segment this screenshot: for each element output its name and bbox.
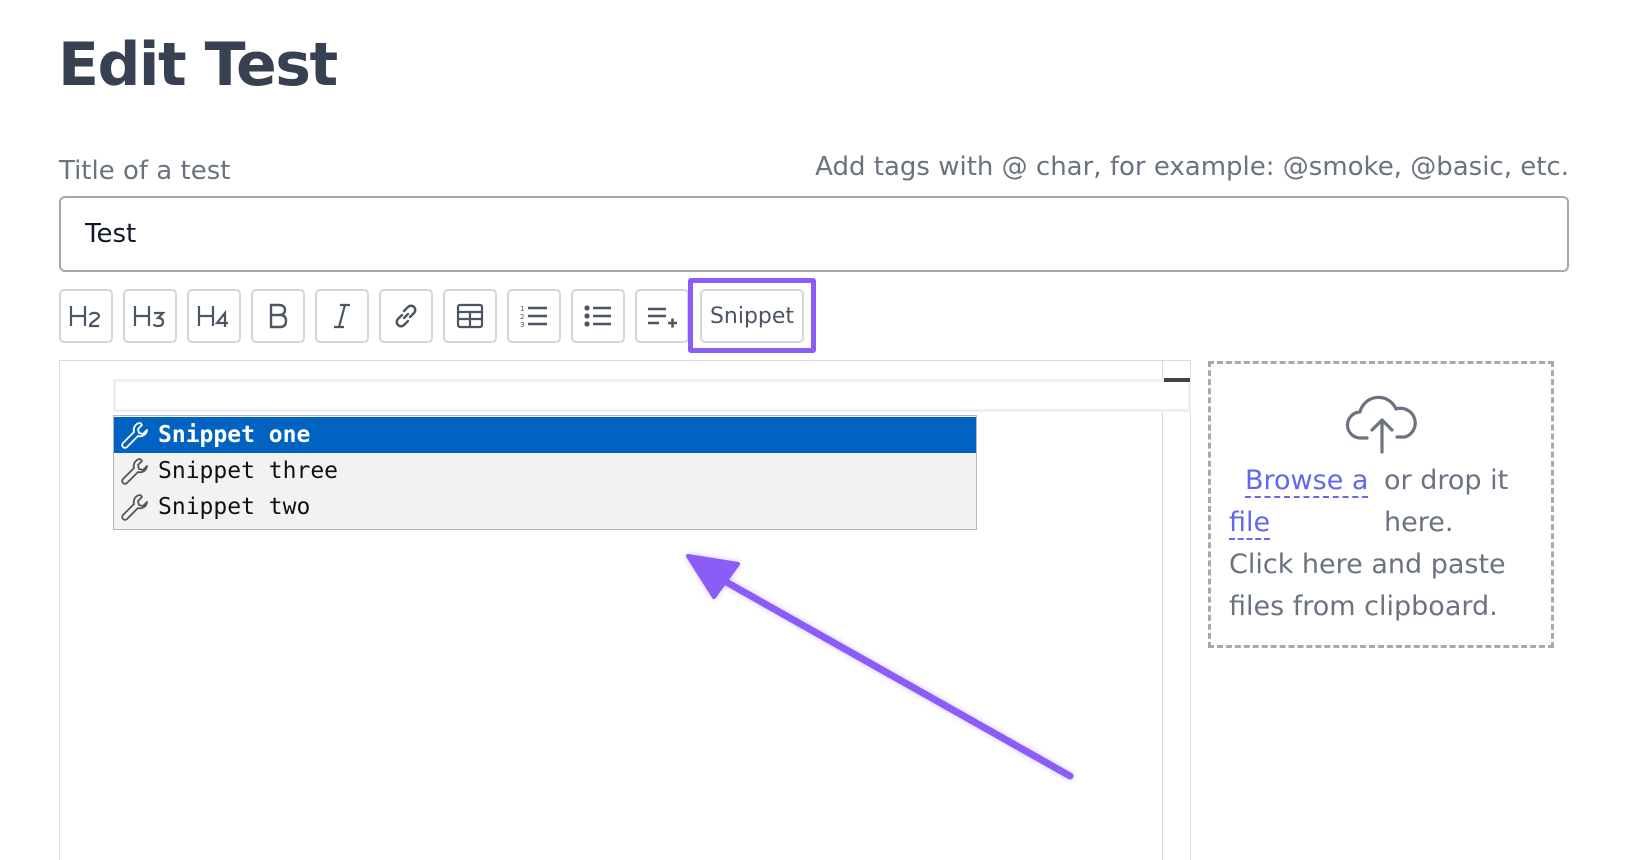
editor-scrollbar-track	[1162, 360, 1163, 860]
heading-3-icon	[133, 306, 166, 328]
svg-text:3: 3	[520, 321, 524, 329]
test-title-input[interactable]	[59, 196, 1569, 272]
insert-step-button[interactable]	[635, 289, 689, 343]
autocomplete-item-label: Snippet two	[158, 494, 311, 520]
ordered-list-icon: 123	[520, 305, 547, 329]
wrench-icon	[121, 494, 148, 521]
page-title: Edit Test	[58, 30, 338, 100]
heading-2-icon	[69, 306, 101, 328]
snippet-highlight-box	[688, 278, 816, 353]
wrench-icon	[121, 422, 148, 449]
title-field-label: Title of a test	[59, 156, 231, 186]
table-icon	[456, 303, 484, 329]
editor-scroll-marker	[1164, 378, 1190, 382]
svg-text:2: 2	[520, 313, 524, 321]
bold-button[interactable]	[251, 289, 305, 343]
paste-hint-line-2: files from clipboard.	[1229, 591, 1498, 622]
link-icon	[395, 304, 417, 328]
unordered-list-button[interactable]	[571, 289, 625, 343]
autocomplete-item-snippet-two[interactable]: Snippet two	[114, 489, 976, 525]
editor-active-line[interactable]	[113, 379, 1191, 412]
drop-hint-line-2: here.	[1384, 507, 1454, 538]
autocomplete-item-label: Snippet one	[158, 422, 311, 448]
wrench-icon	[121, 458, 148, 485]
snippet-autocomplete-list: Snippet one Snippet three Snippet two	[113, 415, 977, 530]
cloud-upload-icon	[1345, 395, 1417, 454]
bold-icon	[269, 303, 288, 329]
italic-button[interactable]	[315, 289, 369, 343]
browse-file-link-continued[interactable]: file	[1229, 502, 1271, 544]
autocomplete-item-label: Snippet three	[158, 458, 339, 484]
svg-text:1: 1	[520, 305, 524, 313]
heading-4-icon	[197, 306, 228, 327]
heading-4-button[interactable]	[187, 289, 241, 343]
paste-hint-line-1: Click here and paste	[1229, 549, 1506, 580]
table-button[interactable]	[443, 289, 497, 343]
unordered-list-icon	[584, 305, 611, 327]
autocomplete-item-snippet-one[interactable]: Snippet one	[114, 417, 976, 453]
heading-2-button[interactable]	[59, 289, 113, 343]
ordered-list-button[interactable]: 123	[507, 289, 561, 343]
browse-file-link[interactable]: Browse a	[1245, 460, 1369, 502]
list-add-icon	[648, 307, 677, 328]
link-button[interactable]	[379, 289, 433, 343]
italic-icon	[334, 303, 350, 329]
autocomplete-item-snippet-three[interactable]: Snippet three	[114, 453, 976, 489]
drop-hint-line-1: or drop it	[1384, 465, 1509, 496]
tags-hint: Add tags with @ char, for example: @smok…	[815, 152, 1569, 182]
heading-3-button[interactable]	[123, 289, 177, 343]
